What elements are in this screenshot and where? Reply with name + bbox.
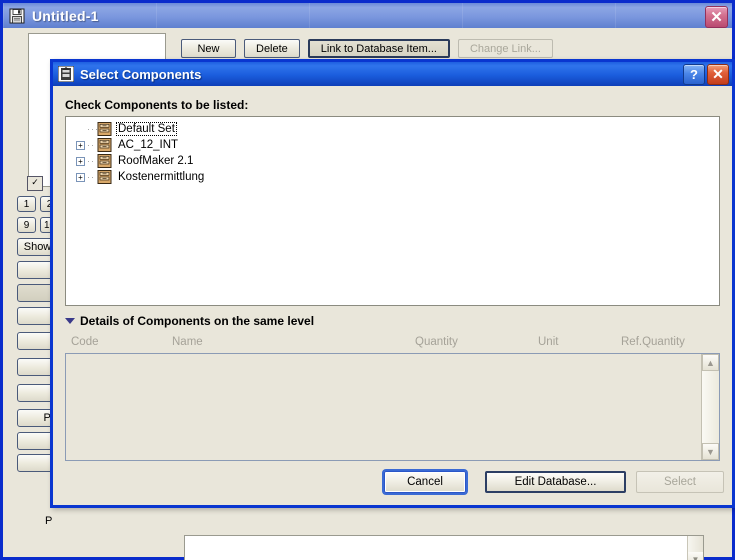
component-cabinet-icon [57,65,75,83]
select-button: Select [636,471,724,493]
tree-item-ac12int[interactable]: + ·· AC_12_INT [66,137,719,153]
component-set-icon [97,138,113,152]
column-header-unit: Unit [538,336,559,348]
tree-item-label: Kostenermittlung [118,171,205,183]
toolbar: New Delete Link to Database Item... Chan… [181,39,553,58]
column-header-code: Code [71,336,99,348]
column-header-name: Name [172,336,203,348]
cancel-button[interactable]: Cancel [384,471,466,493]
main-window-titlebar[interactable]: Untitled-1 ✕ [3,3,732,28]
column-header-quantity: Quantity [415,336,458,348]
titlebar-texture [3,3,732,28]
tree-item-label: RoofMaker 2.1 [118,155,194,167]
component-set-icon [97,154,113,168]
expand-icon[interactable]: + [76,140,85,150]
tree-line-icon: ·· [87,156,95,166]
dialog-body: Check Components to be listed: ··· Defau… [53,86,732,505]
details-column-headers: Code Name Quantity Unit Ref.Quantity [65,334,720,352]
delete-button[interactable]: Delete [244,39,300,58]
bottom-list-panel[interactable]: ▼ ◀ ▶ ▘ [184,535,704,560]
tree-line-icon: ·· [87,172,95,182]
scroll-up-icon[interactable]: ▲ [702,354,719,371]
scroll-down-icon[interactable]: ▼ [688,552,703,560]
scroll-down-icon[interactable]: ▼ [702,443,719,460]
bottom-list-vertical-scrollbar[interactable]: ▼ [687,536,703,560]
tree-item-roofmaker[interactable]: + ·· RoofMaker 2.1 [66,153,719,169]
tree-item-kostenermittlung[interactable]: + ·· Kostenermittlung [66,169,719,185]
tree-item-label: AC_12_INT [118,139,179,151]
dialog-titlebar[interactable]: Select Components ? ✕ [53,62,732,86]
tree-line-icon: ··· [87,124,99,134]
main-window-close-button[interactable]: ✕ [705,6,728,28]
tree-line-icon: ·· [87,140,95,150]
floppy-save-icon [9,8,25,24]
tree-item-default-set[interactable]: ··· Default Set [66,121,719,137]
details-header-label: Details of Components on the same level [80,314,315,328]
screen: Untitled-1 ✕ New Delete Link to Database… [0,0,735,560]
chevron-down-icon[interactable] [65,318,75,324]
details-list[interactable]: ▲ ▼ [65,353,720,461]
edit-database-button[interactable]: Edit Database... [485,471,626,493]
dialog-window-buttons: ? ✕ [683,64,729,85]
details-section-header[interactable]: Details of Components on the same level [65,314,314,328]
dialog-footer: Cancel Edit Database... Select [53,471,732,495]
column-header-ref-quantity: Ref.Quantity [621,336,685,348]
expand-icon[interactable]: + [76,156,85,166]
page-button-1[interactable]: 1 [17,196,36,212]
components-tree[interactable]: ··· Default Set + ·· AC_12_INT + ·· Roof… [65,116,720,306]
component-set-icon [97,170,113,184]
help-button[interactable]: ? [683,64,705,85]
new-button[interactable]: New [181,39,236,58]
side-checkbox[interactable]: ✓ [27,176,43,191]
details-vertical-scrollbar[interactable]: ▲ ▼ [701,354,719,460]
main-window-title: Untitled-1 [32,7,99,24]
change-link-button: Change Link... [457,39,553,58]
expand-icon[interactable]: + [76,172,85,182]
dialog-close-button[interactable]: ✕ [707,64,729,85]
component-set-icon [97,122,113,136]
page-button-9[interactable]: 9 [17,217,36,233]
dialog-title: Select Components [80,66,202,82]
instruction-label: Check Components to be listed: [65,98,249,112]
select-components-dialog: Select Components ? ✕ Check Components t… [50,59,735,508]
link-to-database-item-button[interactable]: Link to Database Item... [307,39,450,58]
tree-item-label: Default Set [116,122,177,136]
side-bottom-label: P [45,515,53,527]
